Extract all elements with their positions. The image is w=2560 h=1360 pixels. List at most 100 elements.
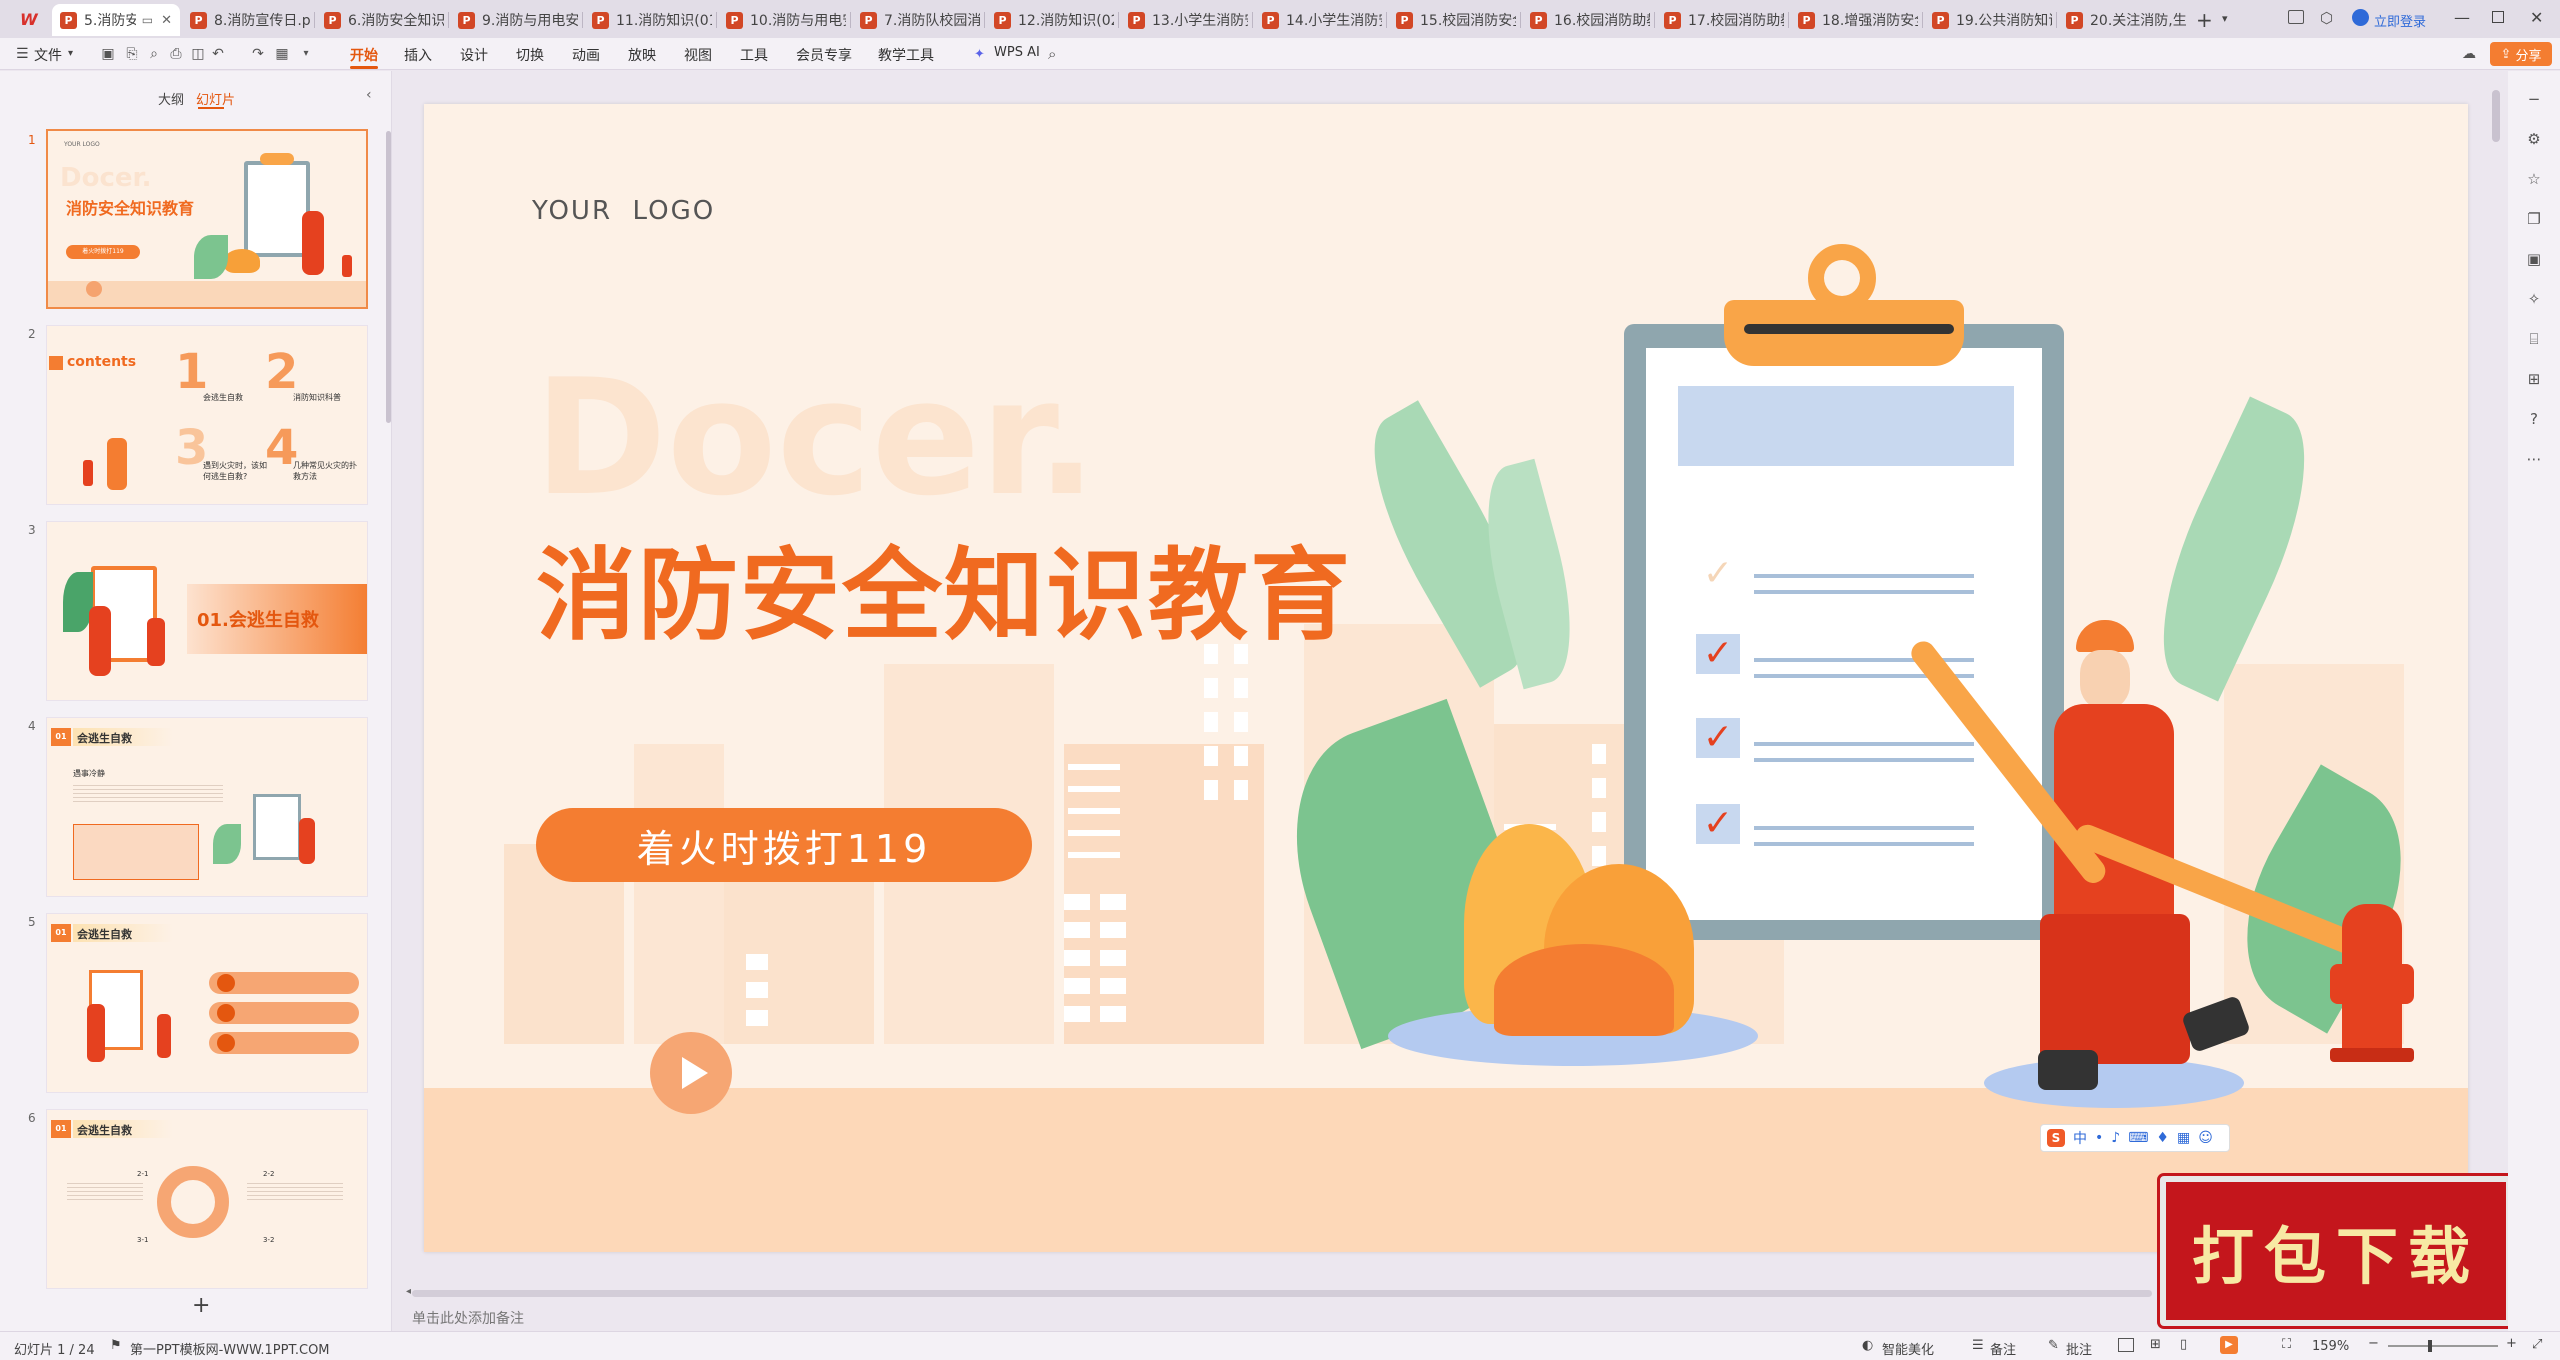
transform-icon[interactable]: ⊞ (2524, 369, 2544, 389)
print-icon[interactable]: ⎙ (168, 46, 184, 62)
ime-toolbar[interactable]: S 中 • ♪ ⌨ ♦ ▦ ☺ (2040, 1124, 2230, 1152)
search-icon[interactable]: ⌕ (1048, 45, 1056, 63)
menu-member[interactable]: 会员专享 (796, 45, 852, 65)
tab-item[interactable]: P 13.小学生消防安 (1120, 4, 1248, 36)
monitor-icon[interactable]: ▭ (142, 13, 153, 27)
template-icon[interactable]: ⚑ (110, 1338, 122, 1353)
outline-tab[interactable]: 大纲 (158, 89, 184, 108)
download-stamp[interactable]: 打包下载 (2160, 1176, 2512, 1326)
comments-button[interactable]: 批注 (2066, 1339, 2092, 1358)
zoom-slider[interactable] (2388, 1345, 2498, 1347)
microphone-icon[interactable]: ♪ (2111, 1130, 2120, 1146)
restore-icon[interactable] (2492, 11, 2504, 23)
tab-item[interactable]: P 9.消防与用电安 (450, 4, 578, 36)
play-button-icon[interactable] (650, 1032, 732, 1114)
notes-button[interactable]: 备注 (1990, 1339, 2016, 1358)
chevron-down-icon[interactable]: ▾ (2222, 12, 2228, 25)
logo-placeholder[interactable]: YOUR LOGO (532, 196, 715, 226)
copy-icon[interactable]: ❐ (2524, 209, 2544, 229)
face-icon[interactable]: ☺ (2198, 1130, 2213, 1146)
beautify-icon[interactable]: ◐ (1862, 1338, 1873, 1353)
slide-horizontal-scrollbar[interactable] (412, 1290, 2152, 1297)
menu-wps-ai[interactable]: WPS AI (994, 45, 1040, 60)
tab-item[interactable]: P 8.消防宣传日.pp (182, 4, 310, 36)
slide-title[interactable]: 消防安全知识教育 (536, 514, 1352, 659)
tab-item[interactable]: P 6.消防安全知识 (316, 4, 444, 36)
save-icon[interactable]: ▣ (100, 46, 116, 62)
tab-item[interactable]: P 18.增强消防安全 (1790, 4, 1918, 36)
slide-thumbnail-4[interactable]: 01 会逃生自救 遇事冷静 (46, 717, 368, 897)
hamburger-icon[interactable]: ☰ (16, 46, 29, 62)
window-mode-icon[interactable] (2288, 10, 2304, 24)
minimize-icon[interactable]: — (2454, 8, 2470, 27)
user-icon[interactable] (2352, 9, 2369, 26)
menu-tools[interactable]: 工具 (740, 45, 768, 65)
ime-punct-icon[interactable]: • (2095, 1130, 2103, 1146)
export-pdf-icon[interactable]: ⎘ (124, 46, 140, 62)
normal-view-icon[interactable] (2118, 1338, 2134, 1352)
picture-icon[interactable]: ▣ (2524, 249, 2544, 269)
wps-logo-icon[interactable]: W (20, 10, 40, 30)
notes-placeholder[interactable]: 单击此处添加备注 (412, 1308, 524, 1328)
menu-file[interactable]: 文件 (34, 45, 62, 65)
scroll-left-arrow[interactable]: ◂ (406, 1286, 411, 1297)
login-link[interactable]: 立即登录 (2374, 11, 2426, 30)
star-icon[interactable]: ☆ (2524, 169, 2544, 189)
add-slide-button[interactable]: + (192, 1293, 210, 1318)
skin-icon[interactable]: ♦ (2156, 1130, 2169, 1146)
close-icon[interactable]: ✕ (161, 13, 172, 28)
menu-animation[interactable]: 动画 (572, 45, 600, 65)
ime-chinese-icon[interactable]: 中 (2073, 1128, 2087, 1148)
zoom-in-icon[interactable]: + (2506, 1336, 2517, 1351)
beautify-button[interactable]: 智能美化 (1882, 1339, 1934, 1358)
slide-thumbnail-6[interactable]: 01 会逃生自救 2-1 2-2 3-1 3-2 (46, 1109, 368, 1289)
tab-item[interactable]: P 19.公共消防知识 (1924, 4, 2052, 36)
tab-item[interactable]: P 14.小学生消防安 (1254, 4, 1382, 36)
comment-icon[interactable]: ✎ (2048, 1338, 2059, 1353)
print-preview-icon[interactable]: ⌕ (146, 46, 162, 62)
grid-icon[interactable]: ▦ (2177, 1130, 2190, 1146)
wps-ai-icon[interactable]: ✦ (974, 47, 985, 62)
menu-view[interactable]: 视图 (684, 45, 712, 65)
menu-insert[interactable]: 插入 (404, 45, 432, 65)
tab-item[interactable]: P 15.校园消防安全 (1388, 4, 1516, 36)
filter-icon[interactable]: ⚙ (2524, 129, 2544, 149)
magic-icon[interactable]: ✧ (2524, 289, 2544, 309)
slide-canvas[interactable]: YOUR LOGO Docer. 消防安全知识教育 着火时拨打119 ✓ ✓ ✓… (424, 104, 2468, 1252)
close-window-icon[interactable]: ✕ (2530, 8, 2543, 27)
slides-tab[interactable]: 幻灯片 (196, 89, 235, 108)
slide-vertical-scrollbar[interactable] (2492, 90, 2500, 142)
slide-thumbnail-3[interactable]: 01.会逃生自救 (46, 521, 368, 701)
tab-item[interactable]: P 12.消防知识(02) (986, 4, 1114, 36)
tab-item[interactable]: P 11.消防知识(01) (584, 4, 712, 36)
share-button[interactable]: ⇪ 分享 (2490, 42, 2552, 66)
menu-transition[interactable]: 切换 (516, 45, 544, 65)
fullscreen-icon[interactable]: ⤢ (2532, 1337, 2542, 1352)
tab-item[interactable]: P 7.消防队校园消 (852, 4, 980, 36)
notes-icon[interactable]: ☰ (1972, 1338, 1984, 1353)
more-icon[interactable]: ⋯ (2524, 449, 2544, 469)
call-119-button[interactable]: 着火时拨打119 (536, 808, 1032, 882)
tab-item[interactable]: P 17.校园消防助教 (1656, 4, 1784, 36)
minus-icon[interactable]: − (2524, 89, 2544, 109)
sogou-icon[interactable]: S (2047, 1129, 2065, 1147)
slideshow-play-icon[interactable]: ▶ (2220, 1336, 2238, 1354)
menu-teaching[interactable]: 教学工具 (878, 45, 934, 65)
slide-thumbnail-2[interactable]: contents 1 会逃生自救 2 消防知识科普 3 遇到火灾时，该如何逃生自… (46, 325, 368, 505)
zoom-out-icon[interactable]: − (2368, 1336, 2379, 1351)
collapse-panel-icon[interactable]: ‹ (366, 87, 372, 103)
reading-view-icon[interactable]: ▯ (2180, 1337, 2187, 1352)
tab-item[interactable]: P 20.关注消防,生命 (2058, 4, 2186, 36)
zoom-slider-thumb[interactable] (2428, 1340, 2432, 1352)
chevron-down-icon[interactable]: ▾ (298, 46, 314, 62)
keyboard-icon[interactable]: ⌨ (2128, 1130, 2148, 1146)
tab-active[interactable]: P 5.消防安全 ▭ ✕ (52, 4, 180, 36)
zoom-level[interactable]: 159% (2312, 1339, 2349, 1354)
menu-design[interactable]: 设计 (460, 45, 488, 65)
book-icon[interactable]: ⌸ (2524, 329, 2544, 349)
format-painter-icon[interactable]: ◫ (190, 46, 206, 62)
fit-slide-icon[interactable]: ⛶ (2282, 1337, 2291, 1352)
help-icon[interactable]: ? (2524, 409, 2544, 429)
tab-item[interactable]: P 16.校园消防助教 (1522, 4, 1650, 36)
sorter-view-icon[interactable]: ⊞ (2150, 1337, 2161, 1352)
